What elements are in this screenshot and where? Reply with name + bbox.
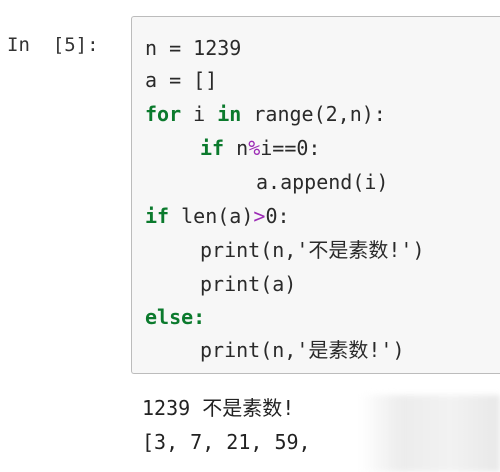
keyword-in: in xyxy=(217,102,242,126)
code-line-5: a.append(i) xyxy=(256,170,389,194)
code-line-6-a: len(a) xyxy=(169,204,254,228)
blurred-overlay xyxy=(360,395,500,472)
code-line-6-b: 0: xyxy=(265,204,290,228)
cell-prompt: In [5]: xyxy=(7,34,99,56)
code-line-8: print(a) xyxy=(200,272,297,296)
code-line-7: print(n,'不是素数!') xyxy=(200,238,425,262)
operator-modulo: % xyxy=(248,136,261,160)
output-line-1: 1239 不是素数! xyxy=(142,396,295,420)
code-line-1: n = 1239 xyxy=(145,36,242,60)
code-line-4-b: i==0: xyxy=(260,136,321,160)
keyword-if: if xyxy=(145,204,170,228)
code-line-4: if n%i==0: xyxy=(200,133,320,163)
keyword-else: else: xyxy=(145,305,206,329)
keyword-for: for xyxy=(145,102,182,126)
code-line-2: a = [] xyxy=(145,68,218,92)
keyword-if: if xyxy=(200,136,225,160)
code-line-3-rest: range(2,n): xyxy=(241,102,386,126)
code-line-10: print(n,'是素数!') xyxy=(200,338,405,362)
code-line-3: for i in range(2,n): xyxy=(145,99,386,129)
code-cell-input[interactable]: n = 1239 a = [] for i in range(2,n): if … xyxy=(131,16,500,374)
code-line-9: else: xyxy=(145,302,205,332)
code-line-3-mid: i xyxy=(181,102,218,126)
output-line-2: [3, 7, 21, 59, xyxy=(142,430,311,454)
operator-greater-than: > xyxy=(253,204,266,228)
code-line-4-a: n xyxy=(224,136,249,160)
code-line-6: if len(a)>0: xyxy=(145,201,290,231)
